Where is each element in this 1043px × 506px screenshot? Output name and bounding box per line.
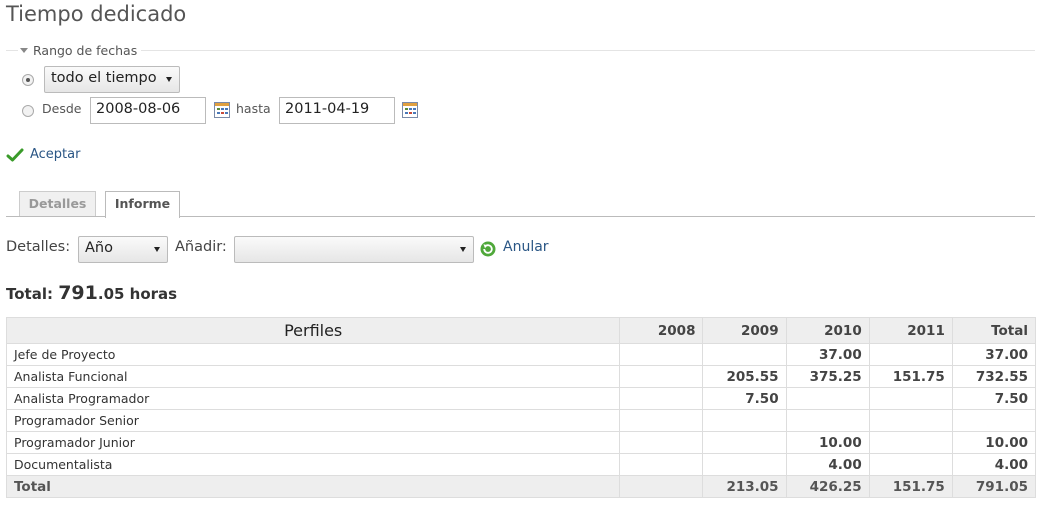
table-row: Documentalista 4.00 4.00 <box>5 453 1037 476</box>
add-label: Añadir: <box>175 239 227 255</box>
hours-cell <box>868 343 953 366</box>
table-header-row: Perfiles 2008 2009 2010 2011 Total <box>5 317 1037 344</box>
hours-cell <box>785 387 870 410</box>
table-row: Analista Funcional 205.55 375.25 151.75 … <box>5 365 1037 388</box>
hours-cell <box>619 387 704 410</box>
table-row: Programador Junior 10.00 10.00 <box>5 431 1037 454</box>
total-cell <box>619 475 704 498</box>
period-select[interactable]: todo el tiempo <box>44 66 180 93</box>
total-whole: 791 <box>58 282 98 304</box>
hours-cell: 7.50 <box>702 387 787 410</box>
hours-cell <box>702 343 787 366</box>
hours-cell: 205.55 <box>702 365 787 388</box>
hours-cell: 375.25 <box>785 365 870 388</box>
column-header: 2011 <box>868 317 953 344</box>
hours-cell <box>951 409 1037 432</box>
total-cell: 151.75 <box>868 475 953 498</box>
details-label: Detalles: <box>6 239 71 255</box>
cancel-label: Anular <box>503 239 549 255</box>
add-select[interactable] <box>234 236 474 263</box>
table-row: Programador Senior <box>5 409 1037 432</box>
hours-cell: 4.00 <box>951 453 1037 476</box>
to-date-input[interactable]: 2011-04-19 <box>279 97 395 124</box>
fieldset-border <box>6 50 1035 51</box>
hours-cell: 4.00 <box>785 453 870 476</box>
from-label: Desde <box>42 101 82 116</box>
page-title: Tiempo dedicado <box>6 2 187 26</box>
to-label: hasta <box>236 101 271 116</box>
reload-icon <box>480 241 496 257</box>
total-cell: 791.05 <box>951 475 1037 498</box>
profile-name: Jefe de Proyecto <box>5 343 621 366</box>
profile-name: Analista Programador <box>5 387 621 410</box>
chevron-down-icon <box>460 247 466 252</box>
hours-cell: 7.50 <box>951 387 1037 410</box>
hours-cell <box>619 365 704 388</box>
table-total-row: Total 213.05 426.25 151.75 791.05 <box>5 475 1037 498</box>
table-row: Analista Programador 7.50 7.50 <box>5 387 1037 410</box>
total-cell: 426.25 <box>785 475 870 498</box>
calendar-icon[interactable] <box>402 102 418 118</box>
radio-period[interactable] <box>22 74 34 86</box>
details-select-value: Año <box>85 240 113 256</box>
column-header: 2010 <box>785 317 870 344</box>
from-date-input[interactable]: 2008-08-06 <box>90 97 206 124</box>
chevron-down-icon <box>166 77 172 82</box>
profile-name: Programador Senior <box>5 409 621 432</box>
time-report-table: Perfiles 2008 2009 2010 2011 Total Jefe … <box>5 317 1037 498</box>
hours-cell: 10.00 <box>951 431 1037 454</box>
hours-cell: 37.00 <box>951 343 1037 366</box>
hours-cell <box>619 343 704 366</box>
profile-name: Documentalista <box>5 453 621 476</box>
column-header[interactable]: Perfiles <box>5 317 621 344</box>
column-header: 2008 <box>619 317 704 344</box>
hours-cell: 10.00 <box>785 431 870 454</box>
total-rest: .05 horas <box>97 285 178 303</box>
column-header: 2009 <box>702 317 787 344</box>
hours-cell <box>702 453 787 476</box>
column-header: Total <box>951 317 1037 344</box>
hours-cell <box>785 409 870 432</box>
tab-informe[interactable]: Informe <box>105 191 180 218</box>
hours-cell: 151.75 <box>868 365 953 388</box>
hours-cell <box>868 431 953 454</box>
triangle-down-icon <box>20 48 28 53</box>
total-prefix: Total: <box>6 285 59 303</box>
date-range-legend-label: Rango de fechas <box>33 43 138 58</box>
date-range-legend[interactable]: Rango de fechas <box>18 43 142 58</box>
checkmark-icon <box>6 148 24 162</box>
chevron-down-icon <box>154 247 160 252</box>
hours-cell <box>868 387 953 410</box>
total-label: Total <box>5 475 621 498</box>
table-row: Jefe de Proyecto 37.00 37.00 <box>5 343 1037 366</box>
profile-name: Analista Funcional <box>5 365 621 388</box>
accept-label: Aceptar <box>30 147 81 162</box>
total-hours: Total: 791.05 horas <box>6 282 177 304</box>
period-select-value: todo el tiempo <box>51 70 157 86</box>
tab-selected-gap <box>106 216 179 218</box>
hours-cell: 732.55 <box>951 365 1037 388</box>
hours-cell <box>868 409 953 432</box>
hours-cell <box>619 453 704 476</box>
hours-cell <box>702 431 787 454</box>
calendar-icon[interactable] <box>214 102 230 118</box>
profile-name: Programador Junior <box>5 431 621 454</box>
hours-cell <box>868 453 953 476</box>
details-select[interactable]: Año <box>78 236 168 263</box>
hours-cell <box>702 409 787 432</box>
tab-detalles[interactable]: Detalles <box>19 191 96 216</box>
hours-cell <box>619 431 704 454</box>
total-cell: 213.05 <box>702 475 787 498</box>
radio-date-range[interactable] <box>22 105 34 117</box>
hours-cell: 37.00 <box>785 343 870 366</box>
hours-cell <box>619 409 704 432</box>
